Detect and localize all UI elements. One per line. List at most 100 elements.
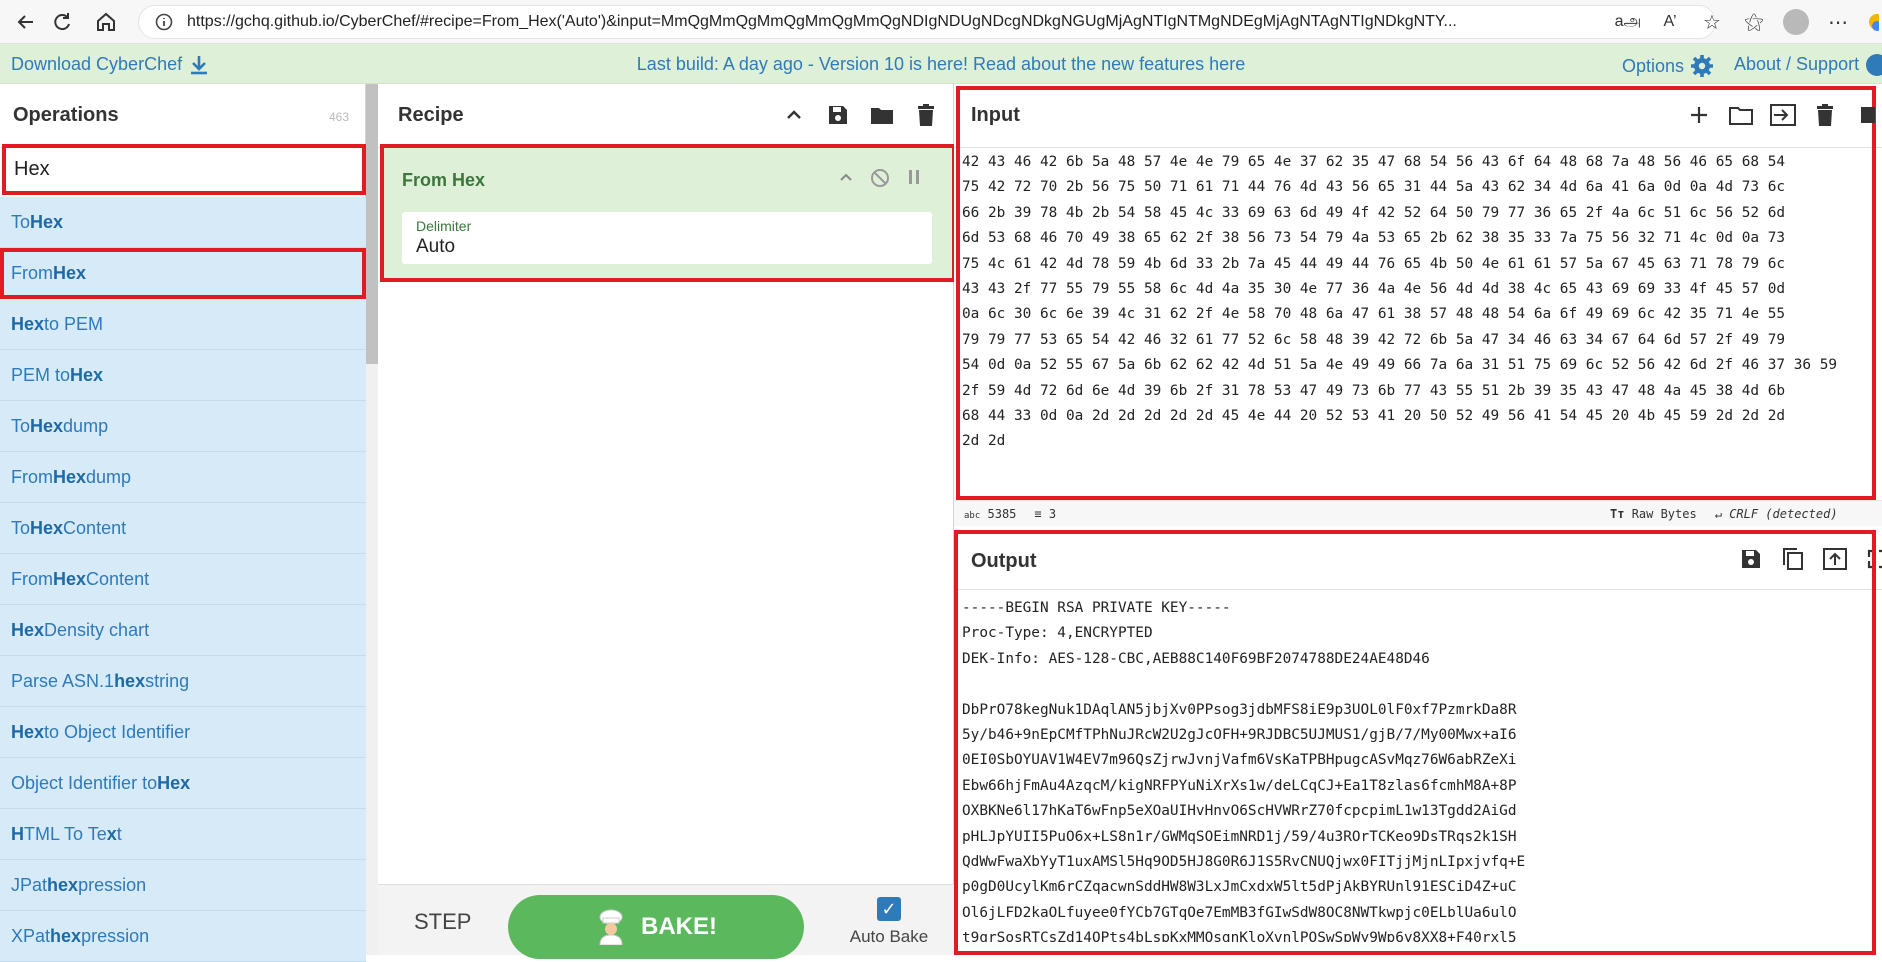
profile-avatar[interactable] — [1778, 4, 1814, 40]
open-folder-icon[interactable] — [1728, 102, 1754, 128]
add-tab-icon[interactable] — [1686, 102, 1712, 128]
save-recipe-icon[interactable] — [825, 102, 851, 128]
copilot-icon[interactable] — [1862, 4, 1882, 40]
operation-item[interactable]: To Hex — [0, 197, 366, 248]
scrollbar-thumb[interactable] — [366, 84, 378, 364]
output-textarea[interactable]: -----BEGIN RSA PRIVATE KEY----- Proc-Typ… — [962, 596, 1872, 942]
operation-item[interactable]: To Hex Content — [0, 503, 366, 554]
line-count: ≡ 3 — [1034, 507, 1056, 521]
bake-label: BAKE! — [641, 913, 717, 940]
auto-bake-toggle[interactable]: ✓ Auto Bake — [844, 897, 934, 947]
eol-selector[interactable]: ↵ CRLF (detected) — [1715, 507, 1838, 521]
delimiter-label: Delimiter — [416, 218, 472, 234]
operation-text: To — [11, 211, 31, 232]
gear-icon — [1691, 55, 1714, 77]
replace-input-icon[interactable] — [1822, 546, 1848, 572]
operation-match-text: x — [106, 823, 117, 844]
operation-match-text: Hex — [53, 262, 87, 283]
operation-match-text: h — [47, 874, 59, 895]
url-text[interactable]: https://gchq.github.io/CyberChef/#recipe… — [187, 13, 1647, 31]
operation-match-text: Hex — [30, 211, 64, 232]
about-support-link[interactable]: About / Support — [1734, 54, 1859, 75]
recipe-operation-from-hex[interactable]: From Hex Delimiter Auto — [380, 144, 956, 282]
favorite-star-icon[interactable]: ☆ — [1694, 4, 1730, 40]
operation-text: To — [11, 517, 31, 538]
operation-item[interactable]: Parse ASN.1 hex string — [0, 656, 366, 707]
delimiter-value[interactable]: Auto — [416, 236, 918, 258]
output-toolbar — [1738, 546, 1882, 572]
favorites-icon[interactable]: ⚝ — [1736, 4, 1772, 40]
delimiter-field[interactable]: Delimiter Auto — [402, 212, 932, 264]
back-icon[interactable] — [8, 4, 44, 40]
operation-item[interactable]: Object Identifier to Hex — [0, 758, 366, 809]
pause-operation-icon[interactable] — [906, 168, 922, 194]
site-info-icon[interactable] — [151, 13, 177, 31]
char-count-value: 5385 — [987, 507, 1017, 521]
step-button[interactable]: STEP — [414, 909, 471, 935]
input-title: Input — [971, 104, 1020, 126]
encoding-selector[interactable]: Tт Raw Bytes — [1610, 507, 1697, 521]
operation-match-text: H — [11, 823, 24, 844]
bake-bar: STEP BAKE! ✓ Auto Bake — [378, 884, 954, 959]
operation-item[interactable]: XPat h ex pression — [0, 911, 366, 962]
operation-item[interactable]: To Hex dump — [0, 401, 366, 452]
operations-scrollbar[interactable] — [366, 84, 378, 955]
operation-item[interactable]: H TML To Te x t — [0, 809, 366, 860]
operation-item[interactable]: From Hex — [0, 248, 366, 299]
operation-item[interactable]: From Hex dump — [0, 452, 366, 503]
operation-text: To — [11, 415, 31, 436]
operation-text: From — [11, 262, 53, 283]
clear-recipe-icon[interactable] — [913, 102, 939, 128]
operation-match-text: h — [50, 925, 62, 946]
version-notice[interactable]: Last build: A day ago - Version 10 is he… — [0, 54, 1882, 75]
operation-item[interactable]: JPat h ex pression — [0, 860, 366, 911]
operation-match-text: Hex — [11, 619, 45, 640]
options-link[interactable]: Options — [1622, 54, 1714, 78]
options-label: Options — [1622, 55, 1685, 76]
open-file-icon[interactable] — [1770, 102, 1796, 128]
recipe-operation-title: From Hex — [402, 170, 486, 190]
operations-search-input[interactable]: Hex — [2, 144, 366, 195]
output-title: Output — [971, 550, 1037, 572]
auto-bake-checkbox[interactable]: ✓ — [877, 897, 901, 921]
input-textarea[interactable]: 42 43 46 42 6b 5a 48 57 4e 4e 79 65 4e 3… — [962, 150, 1872, 490]
load-recipe-icon[interactable] — [869, 102, 895, 128]
operation-text: to PEM — [44, 313, 104, 334]
operation-item[interactable]: Hex to PEM — [0, 299, 366, 350]
operation-match-text: hex — [114, 670, 146, 691]
clear-input-icon[interactable] — [1812, 102, 1838, 128]
operation-item[interactable]: From Hex Content — [0, 554, 366, 605]
layout-icon[interactable] — [1854, 102, 1880, 128]
operation-match-text: Hex — [30, 517, 64, 538]
input-status-bar: abc 5385 ≡ 3 Tт Raw Bytes ↵ CRLF (detect… — [954, 500, 1882, 526]
read-aloud-icon[interactable]: aஅ — [1610, 4, 1646, 40]
download-cyberchef-link[interactable]: Download CyberChef — [11, 54, 208, 75]
operation-item[interactable]: Hex to Object Identifier — [0, 707, 366, 758]
auto-bake-label: Auto Bake — [849, 927, 929, 946]
abc-icon: abc — [964, 511, 981, 521]
eol-label: CRLF (detected) — [1729, 507, 1838, 521]
operation-text: Parse ASN.1 — [11, 670, 115, 691]
save-output-icon[interactable] — [1738, 546, 1764, 572]
chef-icon — [599, 909, 623, 945]
refresh-icon[interactable] — [44, 4, 80, 40]
recipe-header: Recipe — [378, 84, 953, 148]
disable-operation-icon[interactable] — [870, 168, 890, 194]
copy-output-icon[interactable] — [1780, 546, 1806, 572]
home-icon[interactable] — [88, 4, 124, 40]
operation-item[interactable]: PEM to Hex — [0, 350, 366, 401]
address-bar[interactable]: https://gchq.github.io/CyberChef/#recipe… — [138, 5, 1716, 39]
more-menu-icon[interactable]: ⋯ — [1820, 4, 1856, 40]
char-count: abc 5385 — [964, 507, 1016, 521]
operation-match-text: Hex — [11, 721, 45, 742]
maximize-output-icon[interactable] — [1864, 546, 1882, 572]
operation-match-text: ex — [61, 925, 82, 946]
collapse-all-icon[interactable] — [781, 102, 807, 128]
help-icon[interactable] — [1866, 54, 1882, 76]
operations-panel: Operations 463 Hex To Hex From Hex Hex to … — [0, 84, 366, 962]
operation-item[interactable]: Hex Density chart — [0, 605, 366, 656]
collapse-operation-icon[interactable] — [838, 168, 854, 194]
immersive-reader-icon[interactable]: A’ — [1652, 4, 1688, 40]
operation-match-text: Hex — [30, 415, 64, 436]
bake-button[interactable]: BAKE! — [508, 895, 804, 959]
